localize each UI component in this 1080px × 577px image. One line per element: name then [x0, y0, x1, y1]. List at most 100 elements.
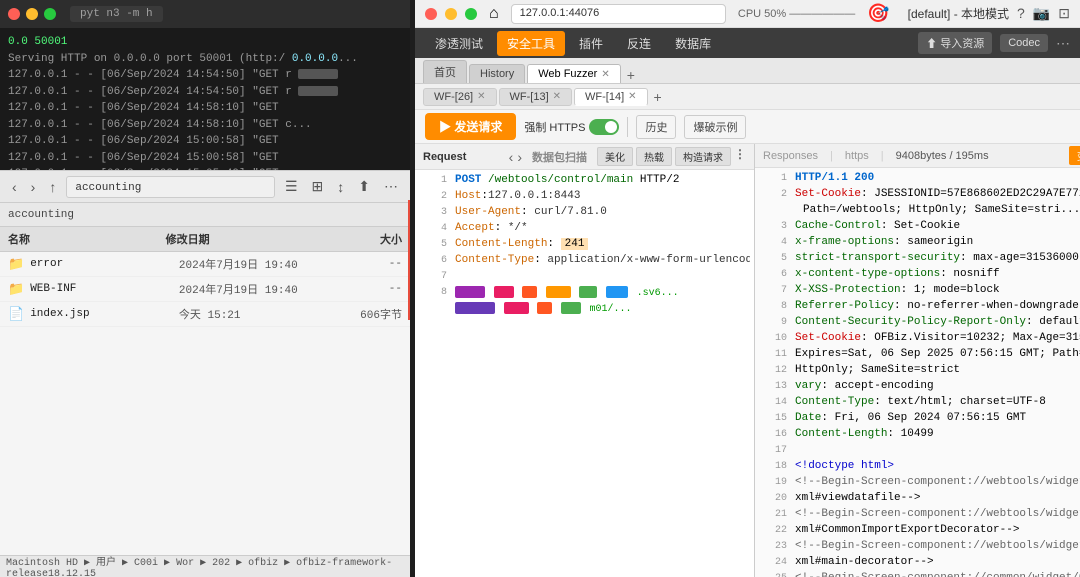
terminal-panel: pyt n3 -m h 0.0 50001 Serving HTTP on 0.… — [0, 0, 410, 577]
body-block — [494, 286, 514, 298]
side-tab[interactable] — [408, 200, 410, 320]
line-content: Content-Length: 241 — [455, 238, 750, 250]
line-num — [419, 302, 447, 314]
help-icon[interactable]: ? — [1017, 5, 1025, 22]
fm-path-bar: accounting — [0, 203, 410, 227]
line-num: 3 — [759, 220, 787, 232]
tab-close-icon[interactable]: ✕ — [601, 69, 609, 80]
code-line-body2: m01/... — [415, 302, 754, 318]
list-item[interactable]: 📄 index.jsp 今天 15:21 606字节 — [0, 302, 410, 327]
terminal-max-btn[interactable] — [44, 8, 56, 20]
line-num: 25 — [759, 572, 787, 577]
wf-tab-26[interactable]: WF-[26] ✕ — [423, 88, 497, 106]
fm-col-size: 大小 — [323, 231, 402, 247]
wf-tab-26-close[interactable]: ✕ — [477, 91, 485, 102]
line-content: HTTP/1.1 200 — [795, 172, 1080, 184]
terminal-min-btn[interactable] — [26, 8, 38, 20]
more-btn[interactable]: ⋯ — [1056, 35, 1070, 52]
resp-line-22: 22 xml#CommonImportExportDecorator--> — [755, 524, 1080, 540]
line-content: m01/... — [455, 302, 750, 315]
window-max-btn[interactable] — [465, 8, 477, 20]
tab-webfuzzer-label: Web Fuzzer — [538, 68, 597, 80]
fm-sort-btn[interactable]: ↕ — [333, 177, 348, 197]
import-resource-btn[interactable]: ⬆ 导入资源 — [918, 32, 992, 54]
wf-tab-add-btn[interactable]: + — [650, 89, 666, 105]
resp-line-12: 12 HttpOnly; SameSite=strict — [755, 364, 1080, 380]
line-content: Cache-Control: Set-Cookie — [795, 220, 1080, 232]
fm-back-btn[interactable]: ‹ — [8, 177, 21, 197]
camera-icon[interactable]: 📷 — [1033, 5, 1050, 22]
wf-tab-14[interactable]: WF-[14] ✕ — [574, 88, 648, 106]
nav-item-reverse[interactable]: 反连 — [617, 31, 661, 56]
window-close-btn[interactable] — [425, 8, 437, 20]
fm-grid-view-btn[interactable]: ⊞ — [308, 176, 328, 197]
nav-item-security[interactable]: 安全工具 — [497, 31, 565, 56]
request-nav-next[interactable]: › — [517, 149, 522, 165]
response-protocol: Responses — [763, 150, 818, 162]
terminal-line: 127.0.0.1 - - [06/Sep/2024 15:00:58] "GE… — [8, 150, 402, 167]
history-btn[interactable]: 历史 — [636, 115, 676, 139]
line-content: strict-transport-security: max-age=31536… — [795, 252, 1080, 264]
https-toggle[interactable]: 强制 HTTPS — [524, 119, 619, 135]
example-btn[interactable]: 爆破示例 — [684, 115, 746, 139]
https-switch[interactable] — [589, 119, 619, 135]
resp-line-18: 18 <!doctype html> — [755, 460, 1080, 476]
resp-line-3: 3 Cache-Control: Set-Cookie — [755, 220, 1080, 236]
line-num: 4 — [759, 236, 787, 248]
construct-btn[interactable]: 构造请求 — [675, 147, 731, 166]
tab-add-btn[interactable]: + — [623, 67, 639, 83]
fm-share-btn[interactable]: ⬆ — [354, 176, 374, 197]
nav-item-database[interactable]: 数据库 — [665, 31, 721, 56]
fm-up-btn[interactable]: ↑ — [45, 177, 60, 197]
window-min-btn[interactable] — [445, 8, 457, 20]
fm-action-btn[interactable]: ⋯ — [380, 176, 402, 197]
action-bar: ▶ 发送请求 强制 HTTPS 历史 爆破示例 — [415, 110, 1080, 144]
burp-panel: ⌂ 127.0.0.1:44076 CPU 50% —————— 🎯 [defa… — [415, 0, 1080, 577]
tab-home[interactable]: 首页 — [423, 60, 467, 83]
hotload-btn[interactable]: 热载 — [636, 147, 672, 166]
response-panel: Responses | https | 9408bytes / 195ms 变化… — [755, 144, 1080, 577]
list-item[interactable]: 📁 error 2024年7月19日 19:40 -- — [0, 252, 410, 277]
fm-list-view-btn[interactable]: ☰ — [281, 176, 302, 197]
body-block — [537, 302, 552, 314]
terminal-close-btn[interactable] — [8, 8, 20, 20]
code-line-2: 2 Host:127.0.0.1:8443 — [415, 190, 754, 206]
wf-tab-14-close[interactable]: ✕ — [628, 91, 636, 102]
line-content: Content-Security-Policy-Report-Only: def… — [795, 316, 1080, 328]
wf-tab-13[interactable]: WF-[13] ✕ — [499, 88, 573, 106]
line-num: 15 — [759, 412, 787, 424]
change-btn[interactable]: 变化 — [1069, 146, 1080, 165]
nav-item-plugins[interactable]: 插件 — [569, 31, 613, 56]
line-content — [795, 444, 1080, 456]
line-num: 3 — [419, 206, 447, 218]
burp-nav-right: ⬆ 导入资源 Codec ⋯ — [918, 32, 1070, 54]
codec-btn[interactable]: Codec — [1000, 34, 1048, 52]
resp-line-5: 5 strict-transport-security: max-age=315… — [755, 252, 1080, 268]
wf-tab-13-close[interactable]: ✕ — [553, 91, 561, 102]
line-num: 6 — [759, 268, 787, 280]
folder-icon: 📁 — [8, 257, 24, 272]
expand-icon[interactable]: ⊡ — [1058, 5, 1070, 22]
nav-item-pentest[interactable]: 渗透测试 — [425, 31, 493, 56]
request-toolbar-btns: 美化 热载 构造请求 ⋮ — [597, 147, 746, 166]
line-content: vary: accept-encoding — [795, 380, 1080, 392]
code-line-3: 3 User-Agent: curl/7.81.0 — [415, 206, 754, 222]
fm-forward-btn[interactable]: › — [27, 177, 40, 197]
tab-webfuzzer[interactable]: Web Fuzzer ✕ — [527, 64, 620, 83]
tab-history[interactable]: History — [469, 64, 525, 83]
line-content: Date: Fri, 06 Sep 2024 07:56:15 GMT — [795, 412, 1080, 424]
list-item[interactable]: 📁 WEB-INF 2024年7月19日 19:40 -- — [0, 277, 410, 302]
content-length-value: 241 — [561, 238, 589, 250]
cpu-label: CPU 50% —————— — [738, 8, 855, 20]
request-panel-header: Request ‹ › 数据包扫描 美化 热载 构造请求 ⋮ — [415, 144, 754, 170]
body-block — [579, 286, 597, 298]
terminal-line: 0.0 50001 — [8, 34, 402, 51]
code-line-8: 8 .sv6... — [415, 286, 754, 302]
beautify-btn[interactable]: 美化 — [597, 147, 633, 166]
burp-breadcrumb-tabs: 首页 History Web Fuzzer ✕ + — [415, 58, 1080, 84]
request-nav-prev[interactable]: ‹ — [509, 149, 514, 165]
send-request-btn[interactable]: ▶ 发送请求 — [425, 113, 516, 140]
toggle-knob — [605, 121, 617, 133]
more-options-icon[interactable]: ⋮ — [734, 147, 746, 166]
line-content: <!doctype html> — [795, 460, 1080, 472]
